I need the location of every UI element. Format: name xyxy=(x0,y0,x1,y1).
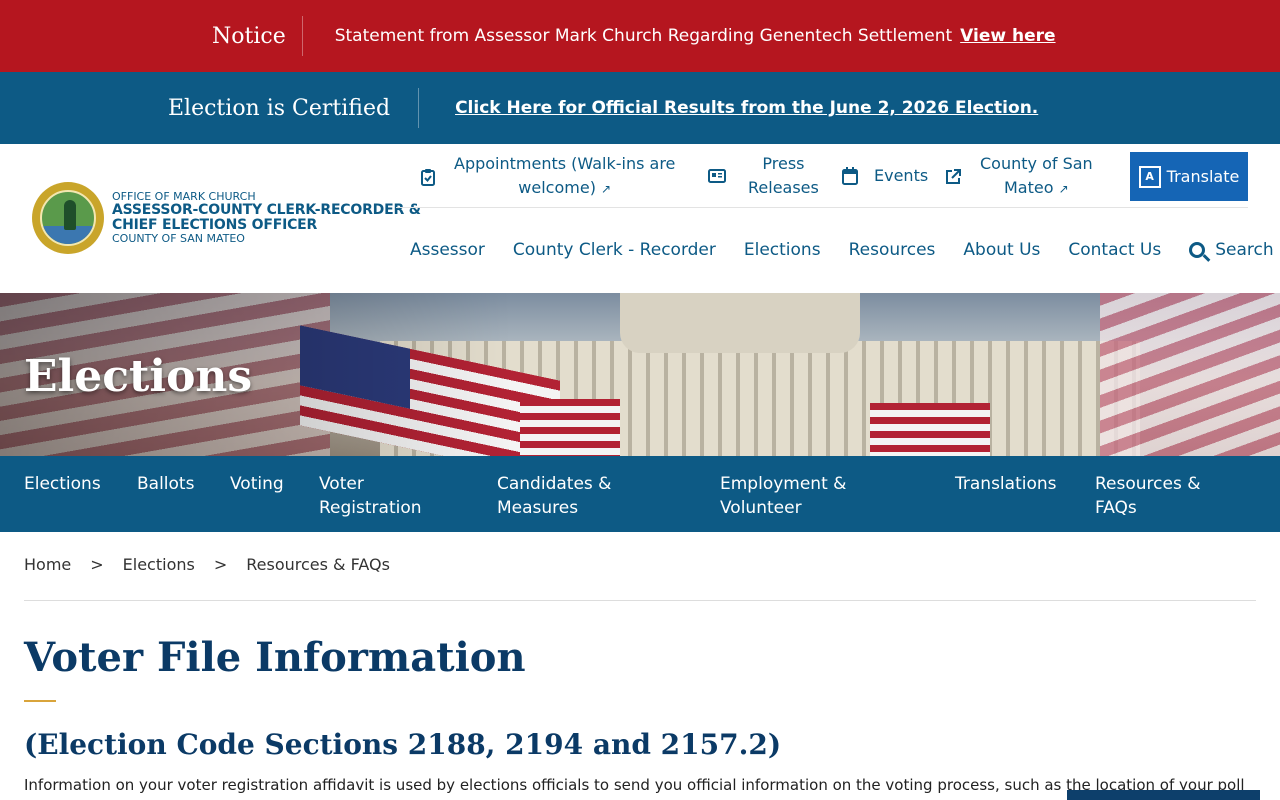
external-link-icon: ↗ xyxy=(601,182,612,196)
hero-banner: Elections xyxy=(0,293,1280,456)
events-label: Events xyxy=(874,166,929,185)
county-label-2: Mateo xyxy=(1004,178,1054,197)
county-of-san-mateo-link[interactable]: County of San Mateo ↗ xyxy=(944,152,1093,201)
logo-line-3: CHIEF ELECTIONS OFFICER xyxy=(112,217,318,233)
notice-view-link[interactable]: View here xyxy=(960,26,1055,46)
breadcrumb-current: Resources & FAQs xyxy=(246,555,390,574)
subnav-resources-2: FAQs xyxy=(1095,498,1137,518)
subnav-ballots[interactable]: Ballots xyxy=(137,472,194,496)
official-results-link[interactable]: Click Here for Official Results from the… xyxy=(455,98,1038,118)
press-label-1: Press xyxy=(762,154,805,173)
breadcrumb-elections[interactable]: Elections xyxy=(123,555,195,574)
events-link[interactable]: Events xyxy=(842,164,928,188)
site-logo[interactable]: OFFICE OF MARK CHURCH ASSESSOR-COUNTY CL… xyxy=(32,182,421,254)
subnav-resources-1: Resources & xyxy=(1095,474,1201,494)
county-label-1: County of San xyxy=(980,154,1093,173)
logo-line-4: COUNTY OF SAN MATEO xyxy=(112,232,245,246)
subnav-voting[interactable]: Voting xyxy=(230,472,284,496)
search-icon xyxy=(1189,242,1206,258)
translate-icon: A xyxy=(1138,165,1161,188)
county-seal-icon xyxy=(32,182,104,254)
certified-banner: Election is Certified Click Here for Off… xyxy=(0,72,1280,144)
search-button[interactable]: Search xyxy=(1189,240,1274,260)
translate-button[interactable]: A Translate xyxy=(1130,152,1248,201)
title-accent-rule xyxy=(24,700,56,702)
appointments-link[interactable]: Appointments (Walk-ins are welcome) ↗ xyxy=(420,152,675,201)
certified-label: Election is Certified xyxy=(168,88,420,128)
external-link-icon: ↗ xyxy=(1058,182,1069,196)
breadcrumb-separator: > xyxy=(90,555,104,574)
subnav-voter-registration-2: Registration xyxy=(319,498,422,518)
calendar-icon xyxy=(842,167,858,185)
external-link-icon xyxy=(946,168,961,184)
site-header: OFFICE OF MARK CHURCH ASSESSOR-COUNTY CL… xyxy=(0,144,1280,293)
nav-assessor[interactable]: Assessor xyxy=(410,240,485,260)
utility-nav: Appointments (Walk-ins are welcome) ↗ Pr… xyxy=(396,144,1248,208)
notice-label: Notice xyxy=(212,16,303,56)
breadcrumb-home[interactable]: Home xyxy=(24,555,71,574)
subnav-employment-2: Volunteer xyxy=(720,498,802,518)
appointments-label-1: Appointments (Walk-ins are xyxy=(454,154,676,173)
section-nav: Elections Ballots Voting Voter Registrat… xyxy=(0,456,1280,532)
breadcrumb-separator: > xyxy=(213,555,228,574)
subnav-candidates-2: Measures xyxy=(497,498,579,518)
nav-county-clerk-recorder[interactable]: County Clerk - Recorder xyxy=(513,240,716,260)
breadcrumb: Home > Elections > Resources & FAQs xyxy=(24,555,390,574)
subnav-voter-registration[interactable]: Voter Registration xyxy=(319,472,422,520)
press-releases-link[interactable]: Press Releases xyxy=(708,152,819,200)
nav-about-us[interactable]: About Us xyxy=(963,240,1040,260)
newspaper-icon xyxy=(708,169,726,183)
press-label-2: Releases xyxy=(748,178,819,197)
subnav-employment-volunteer[interactable]: Employment & Volunteer xyxy=(720,472,846,520)
subnav-voter-registration-1: Voter xyxy=(319,474,364,494)
breadcrumb-divider xyxy=(24,600,1256,601)
search-label: Search xyxy=(1215,240,1274,260)
page-title: Voter File Information xyxy=(24,634,526,681)
intro-paragraph: Information on your voter registration a… xyxy=(24,776,1244,794)
notice-banner: Notice Statement from Assessor Mark Chur… xyxy=(0,0,1280,72)
notice-message: Statement from Assessor Mark Church Rega… xyxy=(334,26,953,46)
nav-elections[interactable]: Elections xyxy=(744,240,821,260)
subnav-translations[interactable]: Translations xyxy=(955,472,1057,496)
nav-contact-us[interactable]: Contact Us xyxy=(1068,240,1161,260)
subnav-employment-1: Employment & xyxy=(720,474,847,494)
subnav-elections[interactable]: Elections xyxy=(24,472,101,496)
subnav-resources-faqs[interactable]: Resources & FAQs xyxy=(1095,472,1200,520)
nav-resources[interactable]: Resources xyxy=(849,240,936,260)
logo-line-2: ASSESSOR-COUNTY CLERK-RECORDER & xyxy=(112,201,421,218)
subnav-candidates-measures[interactable]: Candidates & Measures xyxy=(497,472,611,520)
translate-label: Translate xyxy=(1166,167,1240,186)
logo-line-1: OFFICE OF MARK CHURCH xyxy=(112,189,256,203)
logo-text: OFFICE OF MARK CHURCH ASSESSOR-COUNTY CL… xyxy=(112,189,421,246)
page-subtitle: (Election Code Sections 2188, 2194 and 2… xyxy=(24,728,782,761)
main-nav: Assessor County Clerk - Recorder Electio… xyxy=(410,240,1274,260)
appointments-label-2: welcome) xyxy=(518,178,596,197)
floating-widget[interactable] xyxy=(1067,790,1260,800)
subnav-candidates-1: Candidates & xyxy=(497,474,612,494)
clipboard-check-icon xyxy=(421,168,435,186)
hero-title: Elections xyxy=(24,351,253,402)
